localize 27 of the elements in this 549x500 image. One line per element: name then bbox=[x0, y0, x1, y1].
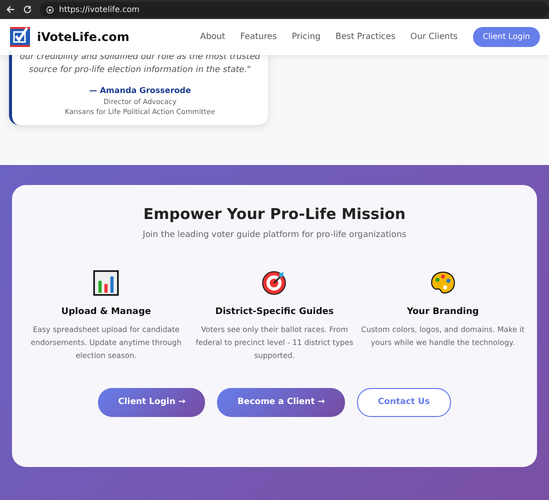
bar-chart-icon bbox=[93, 270, 120, 296]
nav-link[interactable]: Features bbox=[240, 30, 277, 44]
cta-button[interactable]: Contact Us bbox=[356, 388, 451, 417]
cta-title: Empower Your Pro-Life Mission bbox=[142, 205, 407, 223]
ballot-check-logo-icon[interactable] bbox=[9, 26, 31, 48]
reload-icon[interactable] bbox=[23, 5, 32, 14]
testimonial-author: — Amanda Grosserode bbox=[88, 85, 192, 97]
nav-link[interactable]: Best Practices bbox=[335, 30, 396, 44]
nav-link[interactable]: Our Clients bbox=[410, 30, 458, 44]
nav-link[interactable]: About bbox=[200, 30, 226, 44]
site-info-icon[interactable] bbox=[46, 6, 54, 14]
back-icon[interactable] bbox=[6, 5, 15, 14]
target-icon bbox=[261, 270, 288, 296]
brand-name[interactable]: iVoteLife.com bbox=[37, 28, 130, 46]
feature-title: Upload & Manage bbox=[61, 306, 152, 319]
quote-line: our credibility and solidified our role as the most trusted bbox=[18, 51, 262, 64]
nav-link[interactable]: Pricing bbox=[292, 30, 320, 44]
url-text: https://ivotelife.com bbox=[59, 4, 140, 16]
address-bar[interactable]: https://ivotelife.com bbox=[40, 2, 549, 17]
feature-title: District-Specific Guides bbox=[215, 306, 334, 319]
feature-title: Your Branding bbox=[406, 306, 479, 319]
client-login-button[interactable]: Client Login bbox=[472, 27, 540, 47]
palette-icon bbox=[430, 270, 456, 296]
cta-subtitle: Join the leading voter guide platform for pro-life organizations bbox=[141, 229, 408, 242]
cta-button[interactable]: Become a Client → bbox=[217, 388, 345, 417]
cta-button[interactable]: Client Login → bbox=[98, 388, 206, 417]
quote-line: source for pro-life election information in the state." bbox=[28, 64, 252, 77]
